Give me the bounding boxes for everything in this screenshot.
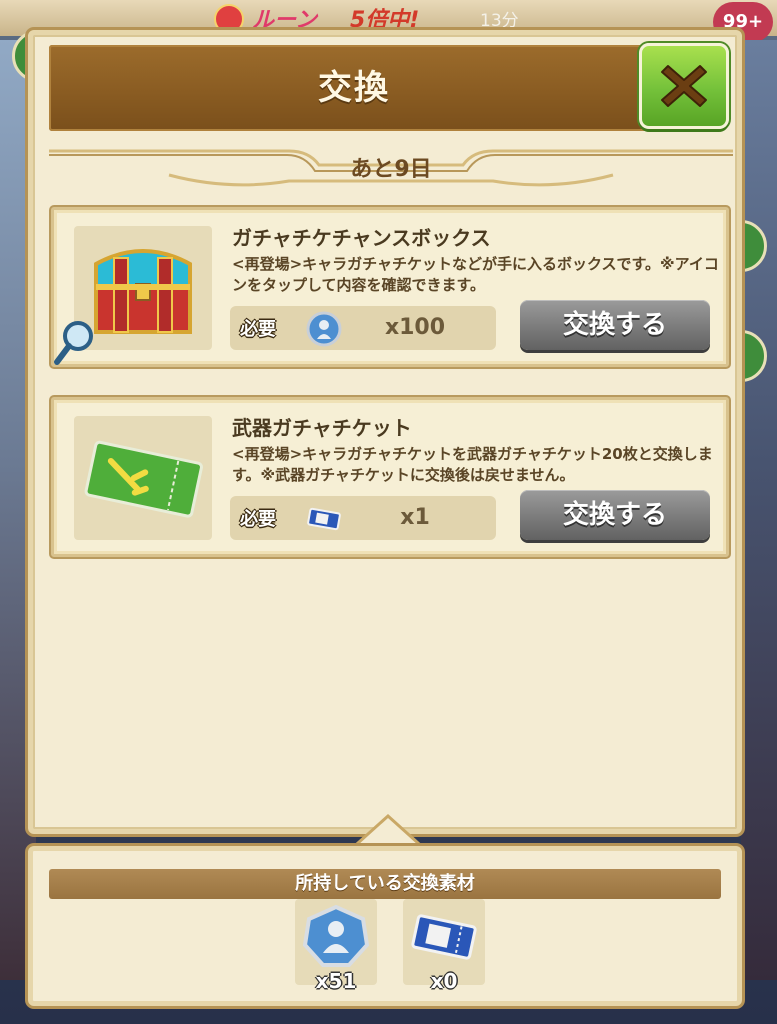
required-cost: 必要 x1 (230, 496, 496, 540)
background-right-strip (741, 40, 777, 980)
close-x-icon (661, 65, 707, 107)
exchange-dialog: 交換 あと9日 ガチャチケチャンスボックス <再登場>キャラガチャチケットなどが… (28, 30, 742, 834)
owned-materials-panel: 所持している交換素材 x51 x0 (28, 846, 742, 1006)
dialog-header: 交換 (49, 45, 659, 131)
character-ticket-icon (307, 507, 341, 531)
weapon-gacha-ticket-icon (84, 440, 203, 518)
exchange-item-weapon-ticket: 武器ガチャチケット <再登場>キャラガチャチケットを武器ガチャチケット20枚と交… (51, 397, 729, 557)
required-label: 必要 (240, 319, 276, 340)
rune-medal-icon (306, 311, 342, 347)
close-button[interactable] (639, 43, 729, 129)
remaining-days-text: あと9日 (350, 157, 432, 182)
required-quantity: x100 (384, 315, 446, 340)
exchange-button[interactable]: 交換する (520, 300, 710, 350)
dialog-title: 交換 (318, 68, 390, 108)
owned-quantity: x0 (430, 969, 458, 993)
rune-medal-icon (302, 905, 370, 967)
remaining-time-ribbon: あと9日 (49, 145, 733, 193)
required-label: 必要 (240, 509, 276, 530)
owned-materials-header: 所持している交換素材 (49, 869, 721, 899)
character-ticket-icon (411, 914, 477, 960)
item-description: <再登場>キャラガチャチケットを武器ガチャチケット20枚と交換します。※武器ガチ… (232, 445, 713, 484)
item-name: ガチャチケチャンスボックス (232, 226, 491, 250)
required-cost: 必要 x100 (230, 306, 496, 350)
required-quantity: x1 (400, 505, 430, 530)
item-thumbnail[interactable] (74, 416, 212, 540)
item-name: 武器ガチャチケット (232, 416, 412, 440)
item-description: <再登場>キャラガチャチケットなどが手に入るボックスです。※アイコンをタップして… (232, 255, 719, 294)
banner-timer-text: 13分 (480, 11, 519, 31)
exchange-button[interactable]: 交換する (520, 490, 710, 540)
rune-event-banner: ルーン 5倍中! 13分 (210, 2, 540, 34)
owned-quantity: x51 (315, 969, 357, 993)
exchange-item-chance-box: ガチャチケチャンスボックス <再登場>キャラガチャチケットなどが手に入るボックス… (51, 207, 729, 367)
owned-material-ticket[interactable]: x0 (403, 899, 485, 993)
magnifier-icon[interactable] (52, 318, 96, 368)
owned-material-rune[interactable]: x51 (295, 899, 377, 993)
